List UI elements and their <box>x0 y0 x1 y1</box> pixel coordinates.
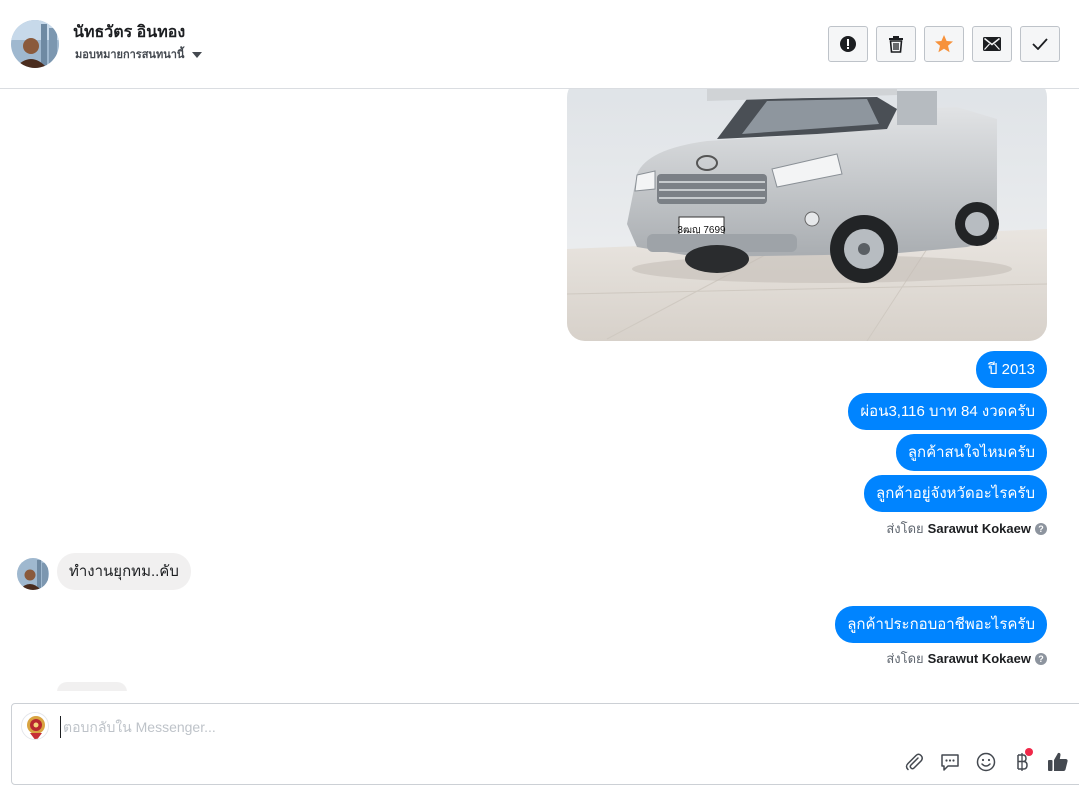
message-thread[interactable]: 3ฒญ 7699 ปี 2013 ผ่อน3,116 บาท 84 งวดครั… <box>0 89 1079 691</box>
contact-name: นัทธวัตร อินทอง <box>73 24 186 41</box>
mark-unread-button[interactable] <box>972 26 1012 62</box>
star-button[interactable] <box>924 26 964 62</box>
sent-by-label: ส่งโดย Sarawut Kokaew ? <box>886 518 1047 539</box>
conversation-actions <box>828 26 1060 62</box>
incoming-message-partial <box>57 682 127 691</box>
like-button[interactable] <box>1046 750 1070 774</box>
sender-name: Sarawut Kokaew <box>927 521 1031 536</box>
notification-dot <box>1025 748 1033 756</box>
smiley-icon <box>976 752 996 772</box>
exclamation-circle-icon <box>840 36 856 52</box>
outgoing-message[interactable]: ผ่อน3,116 บาท 84 งวดครับ <box>848 393 1047 430</box>
delete-button[interactable] <box>876 26 916 62</box>
star-icon <box>935 35 953 53</box>
outgoing-message[interactable]: ลูกค้าอยู่จังหวัดอะไรครับ <box>864 475 1047 512</box>
emoji-button[interactable] <box>974 750 998 774</box>
sent-by-prefix: ส่งโดย <box>886 651 924 666</box>
chat-bubble-icon <box>941 754 959 771</box>
contact-avatar[interactable] <box>11 20 59 68</box>
composer-tools <box>902 748 1070 774</box>
outgoing-message[interactable]: ลูกค้าสนใจไหมครับ <box>895 434 1047 471</box>
reply-input[interactable] <box>60 716 660 738</box>
sent-by-prefix: ส่งโดย <box>886 521 924 536</box>
attach-button[interactable] <box>902 750 926 774</box>
car-photo-attachment[interactable]: 3ฒญ 7699 <box>567 89 1047 341</box>
envelope-icon <box>983 37 1001 51</box>
mark-done-button[interactable] <box>1020 26 1060 62</box>
check-icon <box>1032 38 1048 50</box>
thumbs-up-icon <box>1048 752 1068 771</box>
caret-down-icon <box>192 51 203 58</box>
mark-spam-button[interactable] <box>828 26 868 62</box>
trash-icon <box>889 36 903 53</box>
saved-replies-button[interactable] <box>938 750 962 774</box>
outgoing-message[interactable]: ปี 2013 <box>975 351 1047 388</box>
conversation-header: นัทธวัตร อินทอง มอบหมายการสนทนานี้ <box>0 0 1079 89</box>
assign-label: มอบหมายการสนทนานี้ <box>75 49 185 61</box>
outgoing-message[interactable]: ลูกค้าประกอบอาชีพอะไรครับ <box>835 606 1047 643</box>
help-icon[interactable]: ? <box>1035 652 1047 665</box>
page-avatar <box>21 712 49 740</box>
help-icon[interactable]: ? <box>1035 522 1047 535</box>
paperclip-icon <box>905 753 923 771</box>
sent-by-label: ส่งโดย Sarawut Kokaew ? <box>886 648 1047 669</box>
incoming-message[interactable]: ทำงานยุกทม..คับ <box>57 553 191 590</box>
reply-composer <box>11 703 1079 785</box>
assign-conversation-dropdown[interactable]: มอบหมายการสนทนานี้ <box>75 45 203 63</box>
contact-avatar-small[interactable] <box>17 558 49 590</box>
payment-button[interactable] <box>1010 748 1034 774</box>
sender-name: Sarawut Kokaew <box>927 651 1031 666</box>
